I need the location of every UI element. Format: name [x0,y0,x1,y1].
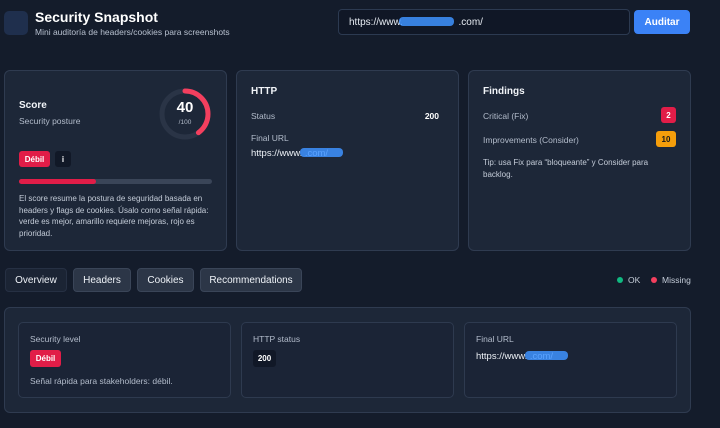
security-level-badge: Débil [30,350,61,367]
app-subtitle: Mini auditoría de headers/cookies para s… [35,27,230,37]
tab-recommendations[interactable]: Recommendations [200,268,302,292]
ok-legend-dot [617,277,623,283]
score-level-badge: Débil [19,151,50,167]
http-status-card-label: HTTP status [253,334,301,344]
improvements-count-badge: 10 [656,131,676,147]
app-logo [4,11,28,35]
score-value: 40 [176,99,194,116]
critical-count-badge: 2 [661,107,676,123]
http-status-card-badge: 200 [253,350,276,367]
audit-button[interactable]: Auditar [634,10,690,34]
final-url-card-label: Final URL [476,334,514,344]
findings-tip: Tip: usa Fix para “bloqueante” y Conside… [483,158,649,179]
score-card-subtitle: Security posture [19,116,81,126]
findings-card-title: Findings [483,86,525,97]
app-title: Security Snapshot [35,9,158,25]
score-description: El score resume la postura de seguridad … [19,194,209,238]
tab-headers[interactable]: Headers [73,268,131,292]
score-bar-fill [19,179,97,184]
improvements-label: Improvements (Consider) [483,135,579,145]
tab-overview[interactable]: Overview [5,268,67,292]
tab-cookies[interactable]: Cookies [137,268,194,292]
redacted-domain-mark [300,148,343,157]
url-input[interactable] [338,9,630,35]
http-status-label: Status [251,111,276,121]
score-card-title: Score [19,100,47,111]
http-status-value: 200 [424,111,439,121]
score-max: /100 [178,119,192,126]
missing-legend-label: Missing [662,275,691,285]
ok-legend-label: OK [628,275,641,285]
redacted-domain-mark [525,351,568,360]
missing-legend-dot [651,277,657,283]
critical-label: Critical (Fix) [483,111,529,121]
http-card-title: HTTP [251,86,278,97]
redacted-domain-mark [399,17,454,26]
http-card [236,70,459,251]
security-level-label: Security level [30,334,81,344]
security-level-note: Señal rápida para stakeholders: débil. [30,376,173,386]
info-badge[interactable]: i [55,151,71,167]
final-url-label: Final URL [251,133,289,143]
